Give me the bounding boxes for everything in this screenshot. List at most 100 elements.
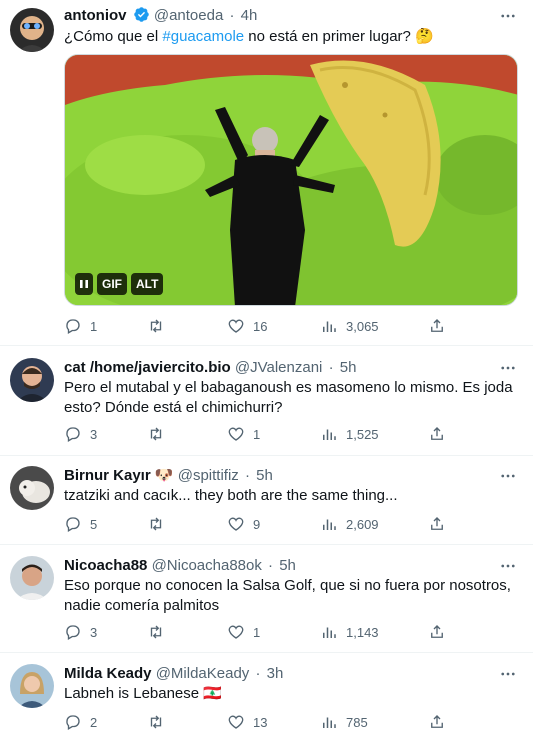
views-icon bbox=[323, 519, 336, 530]
reply-count: 2 bbox=[90, 714, 98, 730]
tweet-birnur[interactable]: Birnur Kayır 🐶 @spittifiz · 5h tzatziki … bbox=[0, 456, 533, 545]
views-button[interactable]: 3,065 bbox=[320, 317, 379, 335]
retweet-icon bbox=[150, 427, 162, 441]
timestamp[interactable]: 3h bbox=[267, 665, 284, 682]
timestamp[interactable]: 5h bbox=[340, 359, 357, 376]
share-button[interactable] bbox=[428, 713, 454, 731]
tweet-milda[interactable]: Milda Keady @MildaKeady · 3h Labneh is L… bbox=[0, 653, 533, 742]
display-name[interactable]: cat /home/javiercito.bio bbox=[64, 359, 231, 376]
timestamp[interactable]: 4h bbox=[241, 7, 258, 24]
more-icon[interactable] bbox=[497, 556, 519, 576]
like-count: 16 bbox=[253, 318, 268, 334]
reply-icon bbox=[66, 319, 80, 334]
handle[interactable]: @antoeda bbox=[154, 7, 223, 24]
handle[interactable]: @JValenzani bbox=[235, 359, 323, 376]
timestamp[interactable]: 5h bbox=[279, 557, 296, 574]
avatar[interactable] bbox=[10, 466, 54, 510]
separator-dot: · bbox=[244, 467, 250, 484]
tweet-header: Birnur Kayır 🐶 @spittifiz · 5h bbox=[64, 466, 493, 486]
pause-icon[interactable] bbox=[75, 273, 93, 295]
avatar[interactable] bbox=[10, 556, 54, 600]
tweet-javiercito[interactable]: cat /home/javiercito.bio @JValenzani · 5… bbox=[0, 346, 533, 456]
share-icon bbox=[431, 625, 443, 638]
reply-button[interactable]: 2 bbox=[64, 713, 97, 731]
separator-dot: · bbox=[255, 665, 261, 682]
display-name[interactable]: Milda Keady bbox=[64, 665, 152, 682]
tweet-header: cat /home/javiercito.bio @JValenzani · 5… bbox=[64, 358, 493, 378]
tweet-actions: 5 9 2,609 bbox=[64, 514, 454, 534]
share-icon bbox=[431, 517, 443, 530]
tweet-text-part: no está en primer lugar? 🤔 bbox=[244, 28, 434, 45]
like-count: 13 bbox=[253, 714, 268, 730]
reply-count: 3 bbox=[90, 624, 98, 640]
reply-count: 3 bbox=[90, 426, 98, 442]
gif-media[interactable]: GIF ALT bbox=[64, 54, 518, 306]
tweet-text: Pero el mutabal y el babaganoush es maso… bbox=[64, 379, 513, 416]
like-button[interactable]: 16 bbox=[227, 317, 267, 335]
retweet-button[interactable] bbox=[147, 425, 173, 443]
reply-button[interactable]: 1 bbox=[64, 317, 97, 335]
retweet-button[interactable] bbox=[147, 713, 173, 731]
reply-button[interactable]: 5 bbox=[64, 515, 97, 533]
share-button[interactable] bbox=[428, 515, 454, 533]
views-count: 1,525 bbox=[346, 426, 379, 442]
like-button[interactable]: 1 bbox=[227, 425, 260, 443]
avatar[interactable] bbox=[10, 8, 54, 52]
handle[interactable]: @MildaKeady bbox=[156, 665, 250, 682]
tweet-text: tzatziki and cacık... they both are the … bbox=[64, 487, 398, 504]
separator-dot: · bbox=[328, 359, 334, 376]
more-icon[interactable] bbox=[497, 358, 519, 378]
views-icon bbox=[323, 627, 336, 638]
views-button[interactable]: 785 bbox=[320, 713, 368, 731]
views-count: 2,609 bbox=[346, 516, 379, 532]
views-count: 3,065 bbox=[346, 318, 379, 334]
share-button[interactable] bbox=[428, 425, 454, 443]
tweet-text: Eso porque no conocen la Salsa Golf, que… bbox=[64, 577, 511, 614]
like-count: 9 bbox=[253, 516, 261, 532]
retweet-button[interactable] bbox=[147, 623, 173, 641]
reply-count: 1 bbox=[90, 318, 98, 334]
share-button[interactable] bbox=[428, 317, 454, 335]
reply-button[interactable]: 3 bbox=[64, 623, 97, 641]
views-count: 1,143 bbox=[346, 624, 379, 640]
reply-icon bbox=[66, 625, 80, 640]
share-button[interactable] bbox=[428, 623, 454, 641]
views-button[interactable]: 1,143 bbox=[320, 623, 379, 641]
display-name[interactable]: Nicoacha88 bbox=[64, 557, 147, 574]
retweet-button[interactable] bbox=[147, 317, 173, 335]
retweet-button[interactable] bbox=[147, 515, 173, 533]
like-button[interactable]: 1 bbox=[227, 623, 260, 641]
display-name[interactable]: Birnur Kayır 🐶 bbox=[64, 467, 174, 484]
retweet-icon bbox=[150, 319, 162, 333]
handle[interactable]: @spittifiz bbox=[178, 467, 239, 484]
retweet-icon bbox=[150, 517, 162, 531]
separator-dot: · bbox=[268, 557, 274, 574]
alt-badge[interactable]: ALT bbox=[131, 273, 164, 295]
like-button[interactable]: 13 bbox=[227, 713, 267, 731]
tweet-header: antoniov @antoeda · 4h bbox=[64, 6, 493, 26]
guacamole-gif-frame bbox=[65, 55, 517, 305]
more-icon[interactable] bbox=[497, 466, 519, 486]
like-icon bbox=[228, 319, 244, 333]
tweet-actions: 2 13 785 bbox=[64, 712, 454, 732]
hashtag-link[interactable]: #guacamole bbox=[162, 28, 244, 45]
like-button[interactable]: 9 bbox=[227, 515, 260, 533]
tweet-nicoacha88[interactable]: Nicoacha88 @Nicoacha88ok · 5h Eso porque… bbox=[0, 545, 533, 653]
more-icon[interactable] bbox=[497, 6, 519, 26]
display-name[interactable]: antoniov bbox=[64, 7, 127, 24]
views-button[interactable]: 2,609 bbox=[320, 515, 379, 533]
reply-icon bbox=[66, 715, 80, 730]
share-icon bbox=[431, 319, 443, 332]
tweet-header: Milda Keady @MildaKeady · 3h bbox=[64, 664, 493, 684]
views-icon bbox=[323, 321, 336, 332]
more-icon[interactable] bbox=[497, 664, 519, 684]
share-icon bbox=[431, 427, 443, 440]
avatar[interactable] bbox=[10, 664, 54, 708]
handle[interactable]: @Nicoacha88ok bbox=[152, 557, 262, 574]
timestamp[interactable]: 5h bbox=[256, 467, 273, 484]
like-count: 1 bbox=[253, 426, 261, 442]
views-button[interactable]: 1,525 bbox=[320, 425, 379, 443]
avatar[interactable] bbox=[10, 358, 54, 402]
reply-button[interactable]: 3 bbox=[64, 425, 97, 443]
tweet-antoniov[interactable]: antoniov @antoeda · 4h ¿Cómo que el #gua… bbox=[0, 0, 533, 346]
